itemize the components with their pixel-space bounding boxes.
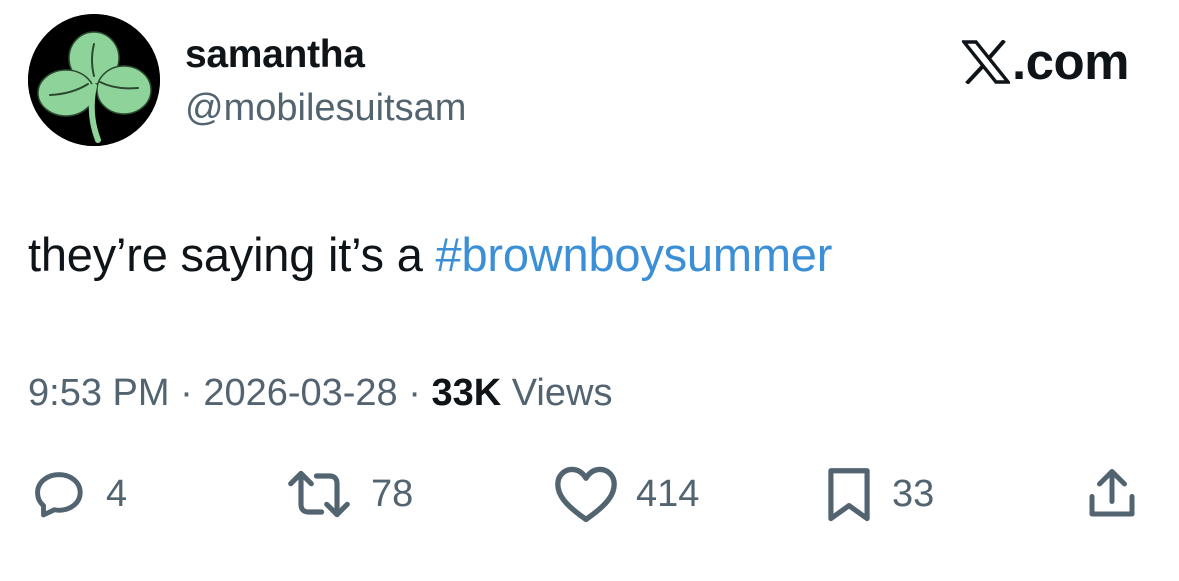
x-logo-icon [961, 39, 1010, 84]
reply-button[interactable]: 4 [28, 462, 127, 526]
site-label: .com [1011, 33, 1130, 90]
display-name[interactable]: samantha [185, 33, 365, 77]
shamrock-icon [28, 14, 160, 146]
reply-count: 4 [106, 472, 128, 515]
avatar[interactable] [28, 14, 160, 146]
like-button[interactable]: 414 [552, 462, 699, 526]
repost-button[interactable]: 78 [283, 462, 413, 526]
heart-icon [555, 466, 617, 523]
bookmark-icon [828, 468, 870, 522]
tweet-date[interactable]: 2026-03-28 [203, 372, 397, 414]
tweet-text: they’re saying it’s a #brownboysummer [28, 227, 832, 282]
user-handle[interactable]: @mobilesuitsam [185, 87, 466, 130]
like-count: 414 [636, 472, 700, 515]
meta-separator: · [169, 372, 204, 414]
tweet-meta: 9:53 PM · 2026-03-28 · 33K Views [28, 372, 612, 415]
site-logo: .com [961, 33, 1130, 90]
share-icon [1089, 469, 1135, 517]
meta-separator: · [397, 372, 432, 414]
tweet-time[interactable]: 9:53 PM [28, 372, 170, 414]
action-bar: 4 78 414 33 [0, 462, 1179, 526]
tweet-body: they’re saying it’s a [28, 228, 436, 281]
views-label: Views [501, 372, 613, 414]
repost-icon [288, 470, 350, 518]
views-count: 33K [431, 372, 502, 414]
bookmark-button[interactable]: 33 [822, 462, 934, 526]
bookmark-count: 33 [892, 472, 935, 515]
hashtag-link[interactable]: #brownboysummer [436, 228, 833, 281]
repost-count: 78 [371, 472, 414, 515]
reply-icon [35, 472, 83, 518]
share-button[interactable] [1082, 462, 1142, 526]
